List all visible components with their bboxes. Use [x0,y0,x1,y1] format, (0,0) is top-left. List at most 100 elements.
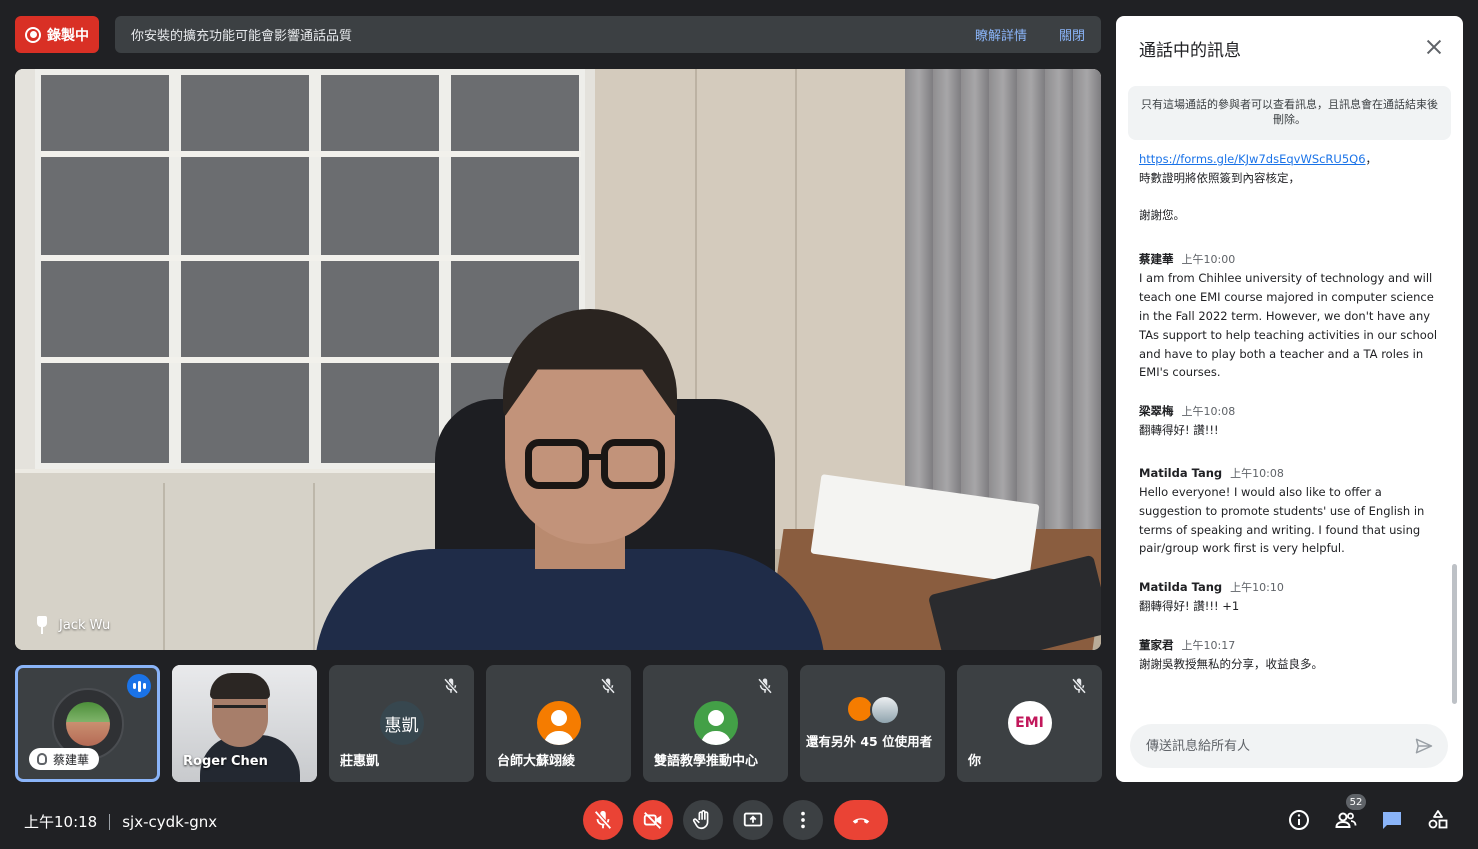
more-options-button[interactable] [783,800,823,840]
intro-line: 時數證明將依照簽到內容核定， [1139,170,1300,185]
avatar-photo [65,702,110,746]
participant-tile-muted[interactable]: 雙語教學推動中心 [643,665,788,782]
camera-person-glasses [214,705,266,715]
end-call-icon [852,818,870,824]
message-time: 上午10:08 [1181,405,1236,419]
main-video-tile[interactable]: Jack Wu [15,69,1101,650]
recording-label: 錄製中 [47,27,89,44]
chat-messages: https://forms.gle/KJw7dsEqvWScRU5Q6， 時數證… [1139,150,1439,692]
extension-warning-banner: 你安裝的擴充功能可能會影響通話品質 瞭解詳情 關閉 [115,16,1101,53]
present-screen-button[interactable] [733,800,773,840]
chat-message: Matilda Tang 上午10:10 翻轉得好! 讚!!! +1 [1139,578,1439,616]
video-glasses-right [601,439,665,489]
chat-message-input[interactable] [1130,724,1448,768]
meeting-code: sjx-cydk-gnx [122,812,218,831]
close-icon[interactable] [1423,36,1445,58]
avatar-initials: 惠凱 [384,715,419,736]
participant-tile-muted[interactable]: 惠凱 莊惠凱 [329,665,474,782]
tile-name: 台師大蘇翊綾 [497,754,576,769]
self-tile[interactable]: EMI 你 [957,665,1102,782]
participant-tile-speaking[interactable]: 蔡建華 [15,665,160,782]
form-link[interactable]: https://forms.gle/KJw7dsEqvWScRU5Q6 [1139,152,1366,166]
message-sender: 董家君 [1139,637,1174,652]
chat-icon [1383,812,1401,829]
message-sender: 梁翠梅 [1139,404,1174,419]
tile-name: 蔡建華 [53,752,90,767]
avatar: 惠凱 [379,701,424,745]
present-icon [743,812,763,827]
avatar: EMI [1007,701,1052,745]
chat-button[interactable] [1378,806,1406,834]
send-icon[interactable] [1413,736,1435,756]
warning-text: 你安裝的擴充功能可能會影響通話品質 [131,29,353,44]
participant-tile-muted[interactable]: 台師大蘇翊綾 [486,665,631,782]
avatar-photo [870,695,900,725]
record-icon [25,26,41,43]
camera-toggle-button[interactable] [633,800,673,840]
speaking-icon [127,674,151,698]
tile-name: 還有另外 45 位使用者 [806,734,933,749]
message-text: 翻轉得好! 讚!!! [1139,423,1219,438]
activities-button[interactable] [1424,806,1452,834]
microphone-toggle-button[interactable] [583,800,623,840]
tile-name: 雙語教學推動中心 [654,754,759,769]
message-sender: 蔡建華 [1139,252,1174,267]
person-avatar-icon [693,701,738,745]
mic-off-icon [756,677,774,695]
intro-line: 謝謝您。 [1139,207,1185,222]
leave-call-button[interactable] [834,800,888,840]
message-time: 上午10:10 [1230,581,1284,595]
link-suffix: ， [1365,152,1378,166]
message-time: 上午10:08 [1230,466,1284,480]
message-sender: Matilda Tang [1139,580,1223,595]
chat-scrollbar[interactable] [1452,564,1457,704]
chat-title: 通話中的訊息 [1139,41,1241,61]
message-text: 翻轉得好! 讚!!! +1 [1139,599,1240,614]
tile-name: 莊惠凱 [340,754,380,769]
message-time: 上午10:00 [1181,253,1236,267]
hand-icon [37,753,47,765]
chat-message: 董家君 上午10:17 謝謝吳教授無私的分享，收益良多。 [1139,636,1439,674]
camera-person-hair [210,673,270,699]
message-text: 謝謝吳教授無私的分享，收益良多。 [1139,656,1323,671]
pin-icon [35,616,49,634]
info-icon [1289,810,1309,830]
participants-button[interactable] [1332,806,1360,834]
meeting-details-button[interactable] [1285,806,1313,834]
chat-privacy-note: 只有這場通話的參與者可以查看訊息，且訊息會在通話結束後刪除。 [1128,86,1451,140]
mic-off-icon [1070,677,1088,695]
mic-off-icon [442,677,460,695]
learn-more-link[interactable]: 瞭解詳情 [975,25,1027,44]
chat-panel: 通話中的訊息 只有這場通話的參與者可以查看訊息，且訊息會在通話結束後刪除。 ht… [1116,16,1463,782]
people-icon [1335,812,1357,828]
clock-time: 上午10:18 [24,813,98,831]
chat-intro-message: https://forms.gle/KJw7dsEqvWScRU5Q6， 時數證… [1139,150,1439,224]
chat-message: Matilda Tang 上午10:08 Hello everyone! I wo… [1139,464,1439,558]
participant-tile-camera[interactable]: Roger Chen [172,665,317,782]
recording-badge[interactable]: 錄製中 [15,16,99,53]
chat-message: 蔡建華 上午10:00 I am from Chihlee university … [1139,250,1439,382]
avatar-logo-text: EMI [1015,715,1044,731]
activities-icon [1428,810,1448,829]
chat-message: 梁翠梅 上午10:08 翻轉得好! 讚!!! [1139,402,1439,440]
hand-icon [692,810,709,830]
camera-off-icon [643,812,662,829]
mic-off-icon [594,810,612,830]
more-participants-tile[interactable]: 還有另外 45 位使用者 [800,665,945,782]
mic-off-icon [599,677,617,695]
name-chip: 蔡建華 [29,748,100,770]
message-text: Hello everyone! I would also like to off… [1139,484,1425,556]
more-vert-icon [801,811,805,829]
video-curtain [905,69,1101,549]
message-sender: Matilda Tang [1139,465,1223,480]
message-text: I am from Chihlee university of technolo… [1139,271,1438,380]
tile-name: Roger Chen [183,754,268,769]
dismiss-warning-button[interactable]: 關閉 [1059,25,1085,44]
raise-hand-button[interactable] [683,800,723,840]
participant-name: Jack Wu [59,617,111,633]
message-time: 上午10:17 [1181,638,1236,652]
person-avatar-icon [536,701,581,745]
video-glasses-bridge [588,454,602,460]
main-video-name: Jack Wu [35,616,110,634]
divider [109,813,111,830]
